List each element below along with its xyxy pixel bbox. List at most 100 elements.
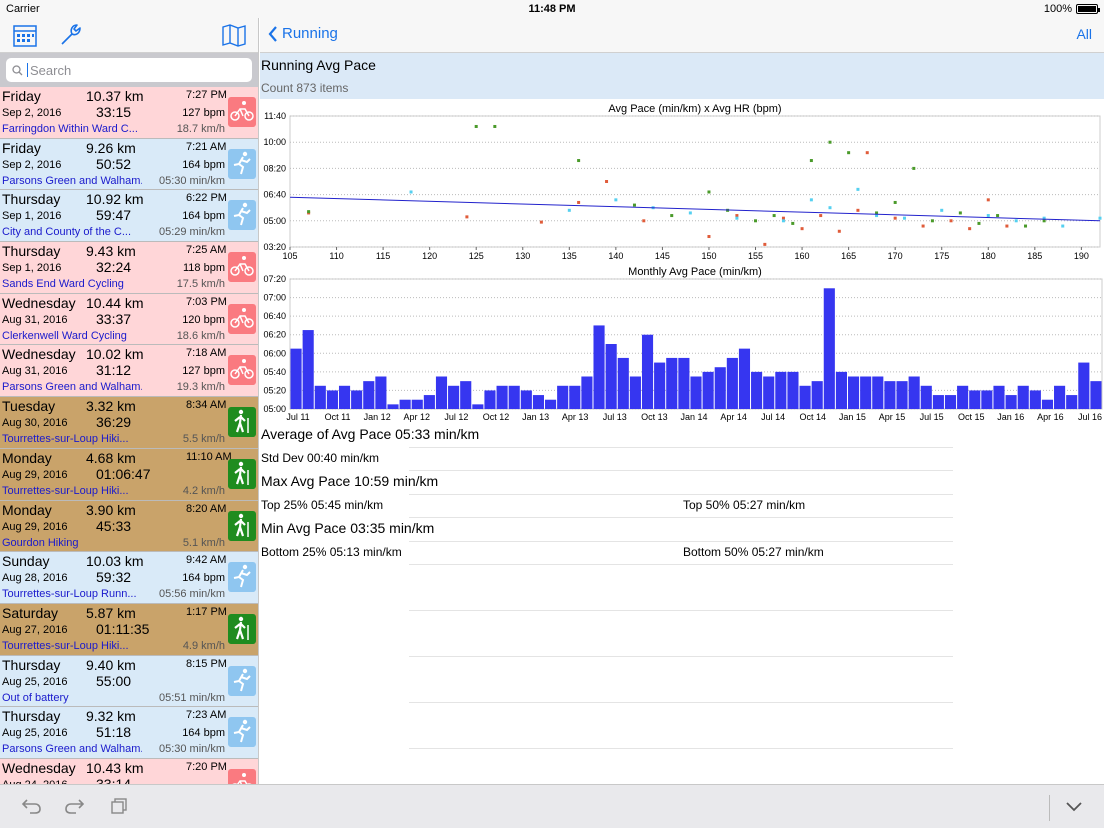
scatter-x-tick: 130 [515, 251, 530, 261]
scatter-point [781, 219, 785, 223]
activity-distance: 10.02 km [86, 346, 144, 363]
monthly-bar [799, 385, 811, 409]
activity-distance: 3.90 km [86, 501, 136, 518]
activity-row[interactable]: Monday 3.90 km 8:20 AM Aug 29, 2016 45:33 Gou… [0, 500, 258, 553]
activity-distance: 9.43 km [86, 243, 136, 260]
search-input[interactable]: Search [6, 58, 252, 82]
activity-heart-rate: 164 bpm [182, 158, 225, 171]
bar-x-tick: Apr 13 [562, 412, 589, 422]
scatter-point [986, 198, 990, 202]
monthly-bar [363, 381, 375, 409]
monthly-bar [399, 399, 411, 409]
activity-location: Tourrettes-sur-Loup Hiki... [2, 433, 129, 446]
hiker-icon [228, 613, 256, 644]
battery-indicator: 100% [1044, 3, 1100, 15]
activity-day: Friday [2, 88, 41, 104]
scatter-x-tick: 145 [655, 251, 670, 261]
bar-x-tick: Apr 14 [720, 412, 747, 422]
activity-row[interactable]: Tuesday 3.32 km 8:34 AM Aug 30, 2016 36:29 To… [0, 397, 258, 449]
scatter-y-tick: 10:00 [263, 137, 286, 147]
calendar-icon[interactable] [12, 22, 38, 48]
monthly-bar-chart[interactable]: Monthly Avg Pace (min/km) 05:00 05:20 05:4… [260, 264, 1104, 424]
monthly-bar [1054, 385, 1066, 409]
runner-icon [228, 665, 256, 696]
bar-y-tick: 07:00 [263, 293, 286, 303]
bar-x-tick: Jul 13 [603, 412, 627, 422]
top50-stat: Top 50% 05:27 min/km [683, 498, 806, 512]
activity-speed: 05:30 min/km [158, 743, 225, 756]
monthly-bar [847, 376, 860, 409]
activity-row[interactable]: Wednesday10.43 km7:20 PMAug 24, 201633:1… [0, 758, 258, 784]
activity-distance: 9.26 km [86, 139, 136, 156]
activity-location: Parsons Green and Walham... [2, 381, 142, 394]
bar-x-tick: Oct 13 [641, 412, 668, 422]
activity-speed: 18.7 km/h [176, 123, 225, 135]
activity-row[interactable]: Thursday 9.40 km 8:15 PM Aug 25, 2016 55:00 O… [0, 655, 258, 708]
scatter-y-tick: 08:20 [263, 163, 286, 173]
runner-icon [228, 562, 256, 593]
monthly-bar [1066, 395, 1078, 409]
activity-distance: 5.87 km [86, 604, 136, 621]
scatter-point [465, 215, 469, 219]
monthly-bar [326, 390, 338, 409]
back-button[interactable]: Running [268, 25, 338, 42]
activity-date: Sep 2, 2016 [2, 158, 62, 171]
activity-date: Sep 1, 2016 [2, 262, 62, 275]
activity-row[interactable]: Wednesday 10.02 km 7:18 AM Aug 31, 2016 31:1… [0, 345, 258, 398]
activity-time: 7:03 PM [186, 295, 227, 308]
all-button[interactable]: All [1076, 26, 1092, 42]
wrench-icon[interactable] [58, 22, 84, 48]
activity-duration: 01:11:35 [96, 620, 150, 637]
monthly-bar [787, 371, 799, 409]
activity-row[interactable]: Saturday 5.87 km 1:17 PM Aug 27, 2016 01:11:… [0, 603, 258, 656]
activity-location: Farringdon Within Ward C... [2, 123, 138, 135]
monthly-bar [351, 390, 363, 409]
activity-location: Tourrettes-sur-Loup Hiki... [2, 484, 129, 497]
scatter-x-tick: 135 [562, 251, 577, 261]
bar-x-tick: Jul 14 [761, 412, 785, 422]
undo-icon[interactable] [22, 797, 42, 815]
activity-location: Parsons Green and Walham... [2, 743, 142, 756]
activity-row[interactable]: Friday 9.26 km 7:21 AM Sep 2, 2016 50:52 164 … [0, 138, 258, 191]
scatter-point [940, 208, 944, 212]
status-bar: Carrier 11:48 PM 100% [0, 0, 1104, 18]
copy-icon[interactable] [110, 797, 128, 815]
scatter-point [893, 216, 897, 220]
activity-speed: 4.9 km/h [182, 639, 225, 652]
activity-day: Thursday [2, 656, 61, 673]
scatter-point [707, 190, 711, 194]
map-icon[interactable] [221, 22, 247, 48]
hiker-icon [228, 510, 256, 541]
clock: 11:48 PM [528, 3, 576, 15]
redo-icon[interactable] [64, 797, 84, 815]
item-count: Count 873 items [261, 81, 349, 95]
bar-x-tick: Oct 11 [325, 412, 351, 422]
monthly-bar [314, 385, 326, 409]
activity-date: Aug 31, 2016 [2, 365, 68, 378]
activity-row[interactable]: Sunday 10.03 km 9:42 AM Aug 28, 2016 59:32 16… [0, 552, 258, 604]
activity-time: 9:42 AM [186, 554, 227, 567]
activity-day: Thursday [2, 191, 61, 208]
activity-location: Clerkenwell Ward Cycling [2, 329, 127, 342]
activity-row[interactable]: Thursday 9.43 km 7:25 AM Sep 1, 2016 32:24 11… [0, 242, 258, 294]
activity-distance: 9.32 km [86, 708, 136, 725]
scatter-point [791, 221, 795, 225]
scatter-point [493, 124, 497, 128]
bottom-toolbar [0, 784, 1104, 828]
scatter-chart[interactable]: Avg Pace (min/km) x Avg HR (bpm) 03:2005… [260, 99, 1104, 264]
monthly-bar [557, 385, 569, 409]
activity-heart-rate: 118 bpm [183, 262, 225, 275]
activity-row[interactable]: Wednesday 10.44 km 7:03 PM Aug 31, 2016 33:3… [0, 293, 258, 346]
monthly-bar [835, 371, 847, 409]
activity-distance: 10.44 km [86, 294, 144, 311]
scatter-point [567, 208, 571, 212]
chevron-down-icon[interactable] [1066, 802, 1082, 812]
activity-row[interactable]: Thursday 9.32 km 7:23 AM Aug 25, 2016 51:18 1… [0, 707, 258, 759]
activity-row[interactable]: Thursday 10.92 km 6:22 PM Sep 1, 2016 59:47 1… [0, 190, 258, 243]
monthly-bar [860, 376, 872, 409]
scatter-point [577, 159, 581, 163]
scatter-point [577, 200, 581, 204]
activity-row[interactable]: Monday 4.68 km 11:10 AM Aug 29, 2016 01:06:4… [0, 448, 258, 501]
activity-row[interactable]: Friday 10.37 km 7:27 PM Sep 2, 2016 33:15 127… [0, 87, 258, 139]
runner-icon [228, 717, 256, 748]
